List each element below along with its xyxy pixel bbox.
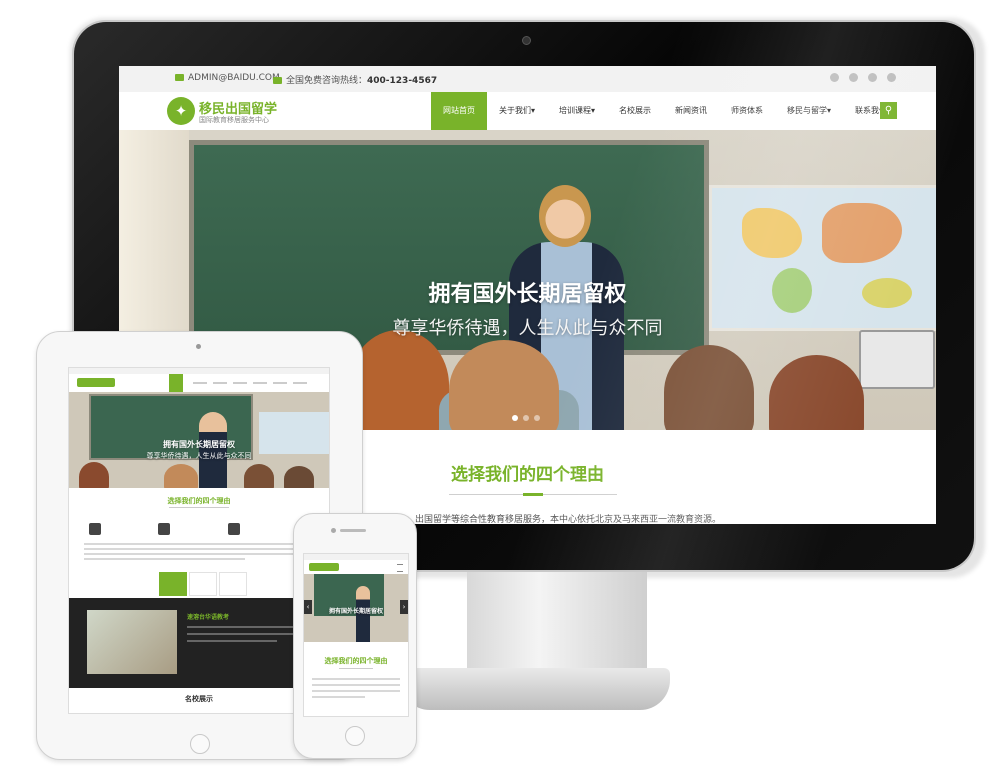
carousel-dot[interactable] bbox=[523, 415, 529, 421]
tablet-hero-subtitle: 尊享华侨待遇，人生从此与众不同 bbox=[146, 452, 252, 460]
top-hotline: 全国免费咨询热线：400-123-4567 bbox=[273, 73, 437, 86]
tablet-students-photo bbox=[87, 610, 177, 674]
tablet-nav-item bbox=[193, 382, 207, 384]
phone-section-divider bbox=[339, 668, 373, 669]
hero-student bbox=[769, 355, 864, 430]
qq-icon[interactable] bbox=[868, 73, 877, 82]
phone-section-title: 选择我们的四个理由 bbox=[324, 657, 388, 665]
phone-camera bbox=[331, 528, 336, 533]
social-icons bbox=[830, 73, 896, 82]
hero-student bbox=[664, 345, 754, 430]
tablet-hero-title: 拥有国外长期居留权 bbox=[163, 440, 235, 449]
phone-navbar bbox=[304, 560, 408, 575]
hotline-label: 全国免费咨询热线： bbox=[286, 76, 368, 86]
section-divider bbox=[449, 493, 617, 496]
hero-world-map bbox=[709, 185, 936, 331]
tablet-tab[interactable] bbox=[219, 572, 247, 596]
nav-item-courses[interactable]: 培训课程▾ bbox=[547, 92, 607, 130]
tablet-feature-icons bbox=[89, 523, 309, 535]
tablet-dark-text bbox=[187, 626, 307, 628]
tablet-footer-title: 名校展示 bbox=[185, 695, 213, 703]
tablet-camera bbox=[196, 344, 201, 349]
tablet-hero-teacher bbox=[199, 412, 227, 488]
nav-item-teachers[interactable]: 师资体系 bbox=[719, 92, 775, 130]
tablet-section-divider bbox=[169, 507, 229, 508]
cart-icon[interactable] bbox=[887, 73, 896, 82]
tablet-logo bbox=[77, 378, 115, 387]
nav-item-schools[interactable]: 名校展示 bbox=[607, 92, 663, 130]
hero-teacher-head bbox=[539, 185, 591, 247]
tablet-website-screen: 拥有国外长期居留权 尊享华侨待遇，人生从此与众不同 选择我们的四个理由 速溶台华… bbox=[68, 367, 330, 714]
nav-item-immigration[interactable]: 移民与留学▾ bbox=[775, 92, 843, 130]
tablet-nav-item bbox=[233, 382, 247, 384]
tablet-tab[interactable] bbox=[159, 572, 187, 596]
tablet-tabs bbox=[159, 572, 249, 596]
hotline-number: 400-123-4567 bbox=[367, 76, 438, 86]
tablet-home-button bbox=[190, 734, 210, 754]
logo-emblem-icon: ✦ bbox=[167, 97, 195, 125]
nav-item-about[interactable]: 关于我们▾ bbox=[487, 92, 547, 130]
hero-student bbox=[449, 340, 559, 430]
nav-item-home[interactable]: 网站首页 bbox=[431, 92, 487, 130]
tablet-hero-student bbox=[284, 466, 314, 488]
imac-stand-base bbox=[400, 668, 670, 710]
hero-student bbox=[349, 330, 449, 430]
nav-item-news[interactable]: 新闻资讯 bbox=[663, 92, 719, 130]
main-navbar: ✦ 移民出国留学 国际教育移居服务中心 网站首页 关于我们▾ 培训课程▾ 名校展… bbox=[119, 92, 936, 131]
site-logo[interactable]: ✦ 移民出国留学 国际教育移居服务中心 bbox=[167, 97, 277, 127]
tablet-nav-active bbox=[169, 374, 183, 392]
hero-title: 拥有国外长期居留权 bbox=[428, 282, 627, 307]
tablet-hero-student bbox=[164, 464, 198, 488]
star-icon bbox=[89, 523, 101, 535]
carousel-dot[interactable] bbox=[512, 415, 518, 421]
heart-icon bbox=[158, 523, 171, 535]
carousel-dot[interactable] bbox=[534, 415, 540, 421]
email-text: ADMIN@BAIDU.COM bbox=[188, 73, 280, 83]
search-icon: ⚲ bbox=[884, 105, 893, 116]
logo-subtitle: 国际教育移居服务中心 bbox=[199, 116, 269, 124]
imac-stand-neck bbox=[467, 570, 647, 680]
tablet-section-title: 选择我们的四个理由 bbox=[167, 497, 231, 505]
phone-website-screen: ‹ › 拥有国外长期居留权 选择我们的四个理由 bbox=[303, 553, 409, 717]
top-email[interactable]: ADMIN@BAIDU.COM bbox=[175, 73, 280, 83]
tablet-dark-text bbox=[187, 633, 307, 635]
tablet-nav-item bbox=[213, 382, 227, 384]
carousel-dots bbox=[512, 415, 540, 421]
tablet-hero-student bbox=[79, 462, 109, 488]
tablet-nav-item bbox=[293, 382, 307, 384]
info-icon[interactable] bbox=[849, 73, 858, 82]
hamburger-menu-icon[interactable] bbox=[397, 564, 403, 572]
tablet-nav-item bbox=[273, 382, 287, 384]
tablet-tab[interactable] bbox=[189, 572, 217, 596]
tablet-dark-title: 速溶台华语教考 bbox=[187, 614, 230, 621]
phone-logo bbox=[309, 563, 339, 571]
tablet-navbar bbox=[69, 374, 329, 393]
phone-section-text bbox=[312, 678, 400, 702]
tablet-dark-text bbox=[187, 640, 277, 642]
phone-speaker bbox=[340, 529, 366, 532]
tablet-feature-text bbox=[84, 543, 314, 563]
nav-menu: 网站首页 关于我们▾ 培训课程▾ 名校展示 新闻资讯 师资体系 移民与留学▾ 联… bbox=[431, 92, 899, 130]
users-icon bbox=[227, 523, 240, 535]
tablet-hero: 拥有国外长期居留权 尊享华侨待遇，人生从此与众不同 bbox=[69, 392, 329, 488]
imac-camera bbox=[522, 36, 531, 45]
tablet-hero-student bbox=[244, 464, 274, 488]
top-bar: ADMIN@BAIDU.COM 全国免费咨询热线：400-123-4567 bbox=[119, 66, 936, 93]
phone-hero: ‹ › 拥有国外长期居留权 bbox=[304, 574, 408, 642]
tablet-nav-item bbox=[253, 382, 267, 384]
search-button[interactable]: ⚲ bbox=[880, 102, 897, 119]
phone-hero-title: 拥有国外长期居留权 bbox=[328, 608, 383, 615]
mail-icon bbox=[175, 74, 184, 81]
phone-icon bbox=[273, 77, 282, 84]
phone-home-button bbox=[345, 726, 365, 746]
weibo-icon[interactable] bbox=[830, 73, 839, 82]
